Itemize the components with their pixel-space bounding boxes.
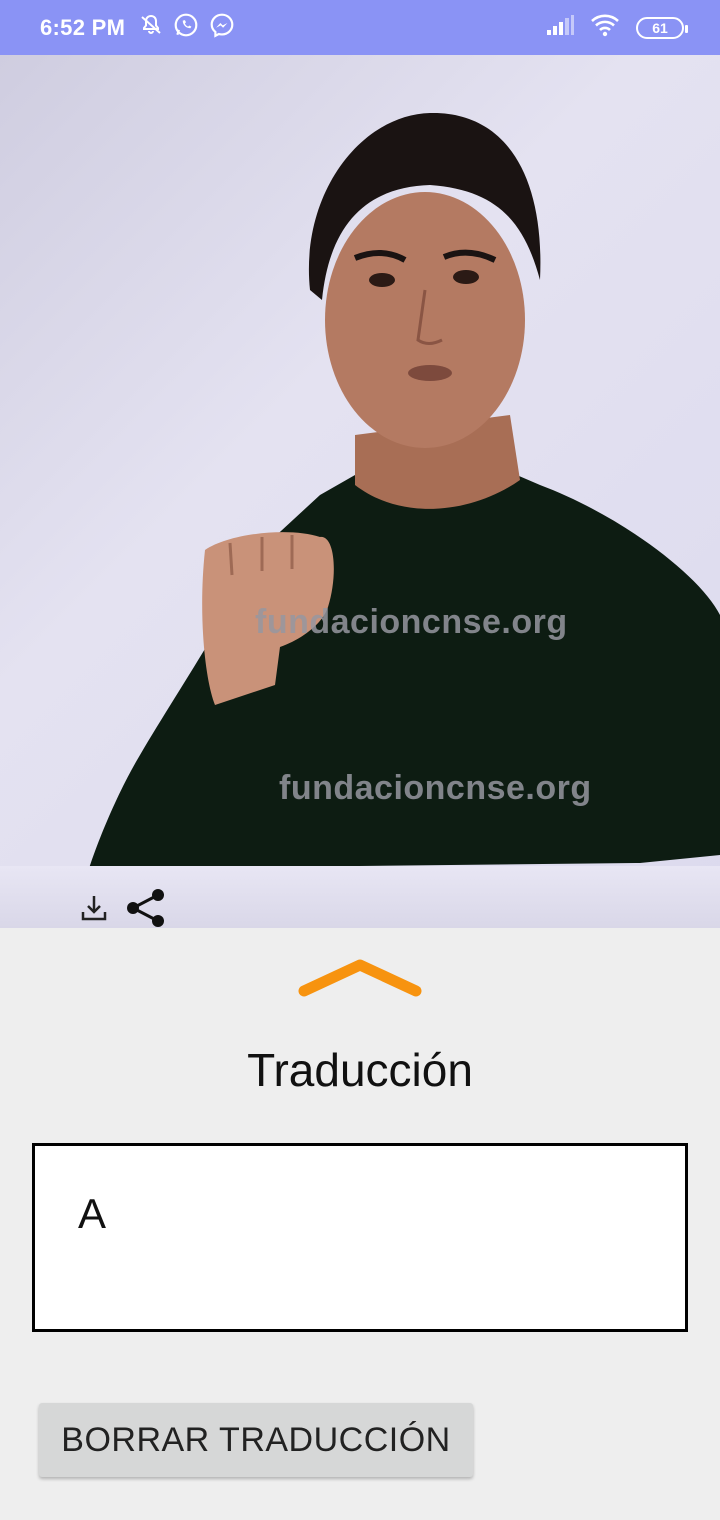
status-time: 6:52 PM xyxy=(40,14,126,40)
share-icon[interactable] xyxy=(124,887,168,928)
battery-icon: 61 xyxy=(636,16,688,39)
image-toolbar xyxy=(78,887,168,928)
clear-translation-button[interactable]: BORRAR TRADUCCIÓN xyxy=(39,1403,473,1477)
watermark-lower: fundacioncnse.org xyxy=(279,769,592,807)
camera-preview: fundacioncnse.org fundacioncnse.org xyxy=(0,55,720,928)
translation-title: Traducción xyxy=(247,1044,473,1096)
status-right: 61 xyxy=(546,13,688,42)
translation-output[interactable]: A xyxy=(32,1143,688,1332)
battery-level: 61 xyxy=(652,19,668,36)
translation-output-text: A xyxy=(78,1190,107,1237)
watermark-upper: fundacioncnse.org xyxy=(255,603,568,641)
messenger-icon xyxy=(209,12,235,43)
status-bar: 6:52 PM 61 xyxy=(0,0,720,55)
wifi-icon xyxy=(590,13,620,42)
download-icon[interactable] xyxy=(78,892,110,928)
signal-icon xyxy=(546,15,574,40)
whatsapp-icon xyxy=(173,12,199,43)
chevron-up-icon[interactable] xyxy=(296,955,424,1004)
status-left: 6:52 PM xyxy=(40,12,235,43)
notifications-off-icon xyxy=(139,13,163,42)
